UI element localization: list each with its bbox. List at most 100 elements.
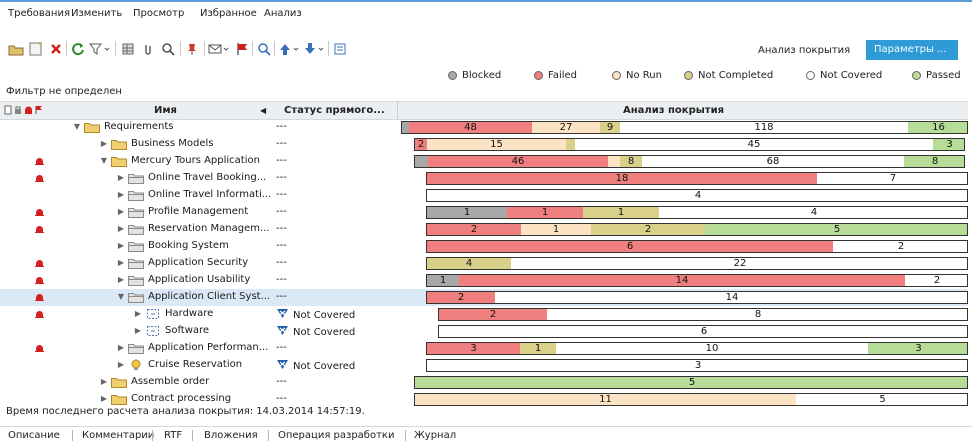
flag-icon[interactable] bbox=[234, 40, 250, 57]
expand-arrow-icon[interactable]: ▶ bbox=[116, 343, 126, 352]
tab-development-operation[interactable]: Операция разработки bbox=[278, 430, 394, 441]
filter-icon[interactable] bbox=[89, 40, 111, 57]
coverage-bar[interactable]: 3 1 10 3 bbox=[426, 342, 968, 355]
tree-row[interactable]: ▶ Business Models --- 2 15 45 3 bbox=[0, 136, 968, 153]
coverage-bar[interactable]: 11 5 bbox=[414, 393, 968, 406]
tree-item-label[interactable]: Requirements bbox=[104, 121, 174, 132]
tab-comments[interactable]: Комментарии bbox=[82, 430, 154, 441]
expand-arrow-icon[interactable]: ▶ bbox=[99, 394, 109, 403]
tab-description[interactable]: Описание bbox=[8, 430, 60, 441]
tree-item-label[interactable]: Booking System bbox=[148, 240, 229, 251]
coverage-bar[interactable]: 1 14 2 bbox=[426, 274, 968, 287]
tree-item-label[interactable]: Hardware bbox=[165, 308, 213, 319]
tree-row[interactable]: ▼ Application Client Syst... --- 2 14 bbox=[0, 289, 968, 306]
tree-row[interactable]: ▶ Application Performan... --- 3 1 10 3 bbox=[0, 340, 968, 357]
tree-row[interactable]: ▶ Online Travel Booking... --- 18 7 bbox=[0, 170, 968, 187]
tree-item-label[interactable]: Online Travel Informati... bbox=[148, 189, 271, 200]
tree-row[interactable]: ▶ Profile Management --- 1 1 1 4 bbox=[0, 204, 968, 221]
coverage-bar[interactable]: 48 27 9 118 16 bbox=[401, 121, 968, 134]
alert-icon[interactable] bbox=[35, 208, 44, 216]
coverage-bar[interactable]: 6 bbox=[438, 325, 968, 338]
alert-icon[interactable] bbox=[35, 344, 44, 352]
coverage-bar[interactable]: 5 bbox=[414, 376, 968, 389]
tree-row[interactable]: ▶ Assemble order --- 5 bbox=[0, 374, 968, 391]
refresh-icon[interactable] bbox=[70, 40, 86, 57]
tree-item-label[interactable]: Software bbox=[165, 325, 209, 336]
tree-row[interactable]: ▶ Booking System --- 6 2 bbox=[0, 238, 968, 255]
mail-icon[interactable] bbox=[208, 40, 230, 57]
tree-item-label[interactable]: Business Models bbox=[131, 138, 214, 149]
coverage-bar[interactable]: 46 8 68 8 bbox=[414, 155, 965, 168]
new-folder-icon[interactable] bbox=[8, 40, 24, 57]
grid-view-icon[interactable] bbox=[120, 40, 136, 57]
coverage-bar[interactable]: 62 bbox=[426, 240, 968, 253]
alert-icon[interactable] bbox=[35, 157, 44, 165]
tree-item-label[interactable]: Contract processing bbox=[131, 393, 231, 404]
menu-favorites[interactable]: Избранное bbox=[200, 8, 257, 19]
tree-item-label[interactable]: Mercury Tours Application bbox=[131, 155, 260, 166]
tree-row[interactable]: ▶ Software Not Covered 6 bbox=[0, 323, 968, 340]
coverage-bar[interactable]: 3 bbox=[426, 359, 968, 372]
attachment-icon[interactable] bbox=[140, 40, 156, 57]
tree-item-label[interactable]: Application Performan... bbox=[148, 342, 268, 353]
tree-row[interactable]: ▶ Application Usability --- 1 14 2 bbox=[0, 272, 968, 289]
expand-arrow-icon[interactable]: ▶ bbox=[116, 207, 126, 216]
column-status[interactable]: Статус прямого... bbox=[284, 105, 385, 116]
tree-item-label[interactable]: Reservation Managem... bbox=[148, 223, 270, 234]
expand-arrow-icon[interactable]: ▶ bbox=[116, 224, 126, 233]
coverage-analysis-label[interactable]: Анализ покрытия bbox=[758, 45, 850, 56]
zoom-icon[interactable] bbox=[160, 40, 176, 57]
tree-item-label[interactable]: Application Security bbox=[148, 257, 248, 268]
coverage-bar[interactable]: 1114 bbox=[426, 206, 968, 219]
collapse-arrow-icon[interactable]: ▼ bbox=[72, 122, 82, 131]
alert-icon[interactable] bbox=[35, 174, 44, 182]
column-coverage-analysis[interactable]: Анализ покрытия bbox=[623, 105, 724, 116]
tree-item-label[interactable]: Profile Management bbox=[148, 206, 248, 217]
tree-row[interactable]: ▼ Mercury Tours Application --- 46 8 68 8 bbox=[0, 153, 968, 170]
coverage-bar[interactable]: 4 bbox=[426, 189, 968, 202]
sort-arrow-icon[interactable]: ◀ bbox=[260, 106, 266, 115]
alert-icon[interactable] bbox=[35, 225, 44, 233]
expand-arrow-icon[interactable]: ▶ bbox=[116, 360, 126, 369]
alert-icon[interactable] bbox=[35, 310, 44, 318]
new-requirement-icon[interactable] bbox=[28, 40, 44, 57]
expand-arrow-icon[interactable]: ▶ bbox=[99, 377, 109, 386]
expand-arrow-icon[interactable]: ▶ bbox=[116, 173, 126, 182]
coverage-bar[interactable]: 2 14 bbox=[426, 291, 968, 304]
tree-row[interactable]: ▶ Cruise Reservation Not Covered 3 bbox=[0, 357, 968, 374]
tree-row[interactable]: ▶ Reservation Managem... --- 2 1 2 5 bbox=[0, 221, 968, 238]
coverage-bar[interactable]: 2125 bbox=[426, 223, 968, 236]
delete-icon[interactable] bbox=[48, 40, 64, 57]
menu-analysis[interactable]: Анализ bbox=[264, 8, 302, 19]
move-up-icon[interactable] bbox=[278, 40, 300, 57]
tree-row[interactable]: ▼ Requirements --- 48 27 9 118 16 bbox=[0, 119, 968, 136]
collapse-arrow-icon[interactable]: ▼ bbox=[116, 292, 126, 301]
expand-arrow-icon[interactable]: ▶ bbox=[116, 258, 126, 267]
column-name[interactable]: Имя bbox=[154, 105, 177, 116]
tree-item-label[interactable]: Assemble order bbox=[131, 376, 209, 387]
coverage-bar[interactable]: 4 22 bbox=[426, 257, 968, 270]
alert-icon[interactable] bbox=[35, 293, 44, 301]
find-icon[interactable] bbox=[256, 40, 272, 57]
comments-icon[interactable] bbox=[332, 40, 348, 57]
pin-icon[interactable] bbox=[184, 40, 200, 57]
tree-item-label[interactable]: Application Client Syst... bbox=[148, 291, 270, 302]
tree-item-label[interactable]: Application Usability bbox=[148, 274, 250, 285]
tree-row[interactable]: ▶ Hardware Not Covered 2 8 bbox=[0, 306, 968, 323]
tab-rtf[interactable]: RTF bbox=[164, 430, 182, 441]
tree-row[interactable]: ▶ Application Security --- 4 22 bbox=[0, 255, 968, 272]
expand-arrow-icon[interactable]: ▶ bbox=[133, 309, 143, 318]
tree-row[interactable]: ▶ Online Travel Informati... --- 4 bbox=[0, 187, 968, 204]
expand-arrow-icon[interactable]: ▶ bbox=[133, 326, 143, 335]
menu-view[interactable]: Просмотр bbox=[133, 8, 184, 19]
tree-item-label[interactable]: Cruise Reservation bbox=[148, 359, 242, 370]
alert-icon[interactable] bbox=[35, 259, 44, 267]
menu-edit[interactable]: Изменить bbox=[71, 8, 122, 19]
coverage-bar[interactable]: 18 7 bbox=[426, 172, 968, 185]
expand-arrow-icon[interactable]: ▶ bbox=[116, 275, 126, 284]
tab-history[interactable]: Журнал bbox=[414, 430, 456, 441]
collapse-arrow-icon[interactable]: ▼ bbox=[99, 156, 109, 165]
tree-item-label[interactable]: Online Travel Booking... bbox=[148, 172, 266, 183]
expand-arrow-icon[interactable]: ▶ bbox=[116, 241, 126, 250]
expand-arrow-icon[interactable]: ▶ bbox=[116, 190, 126, 199]
